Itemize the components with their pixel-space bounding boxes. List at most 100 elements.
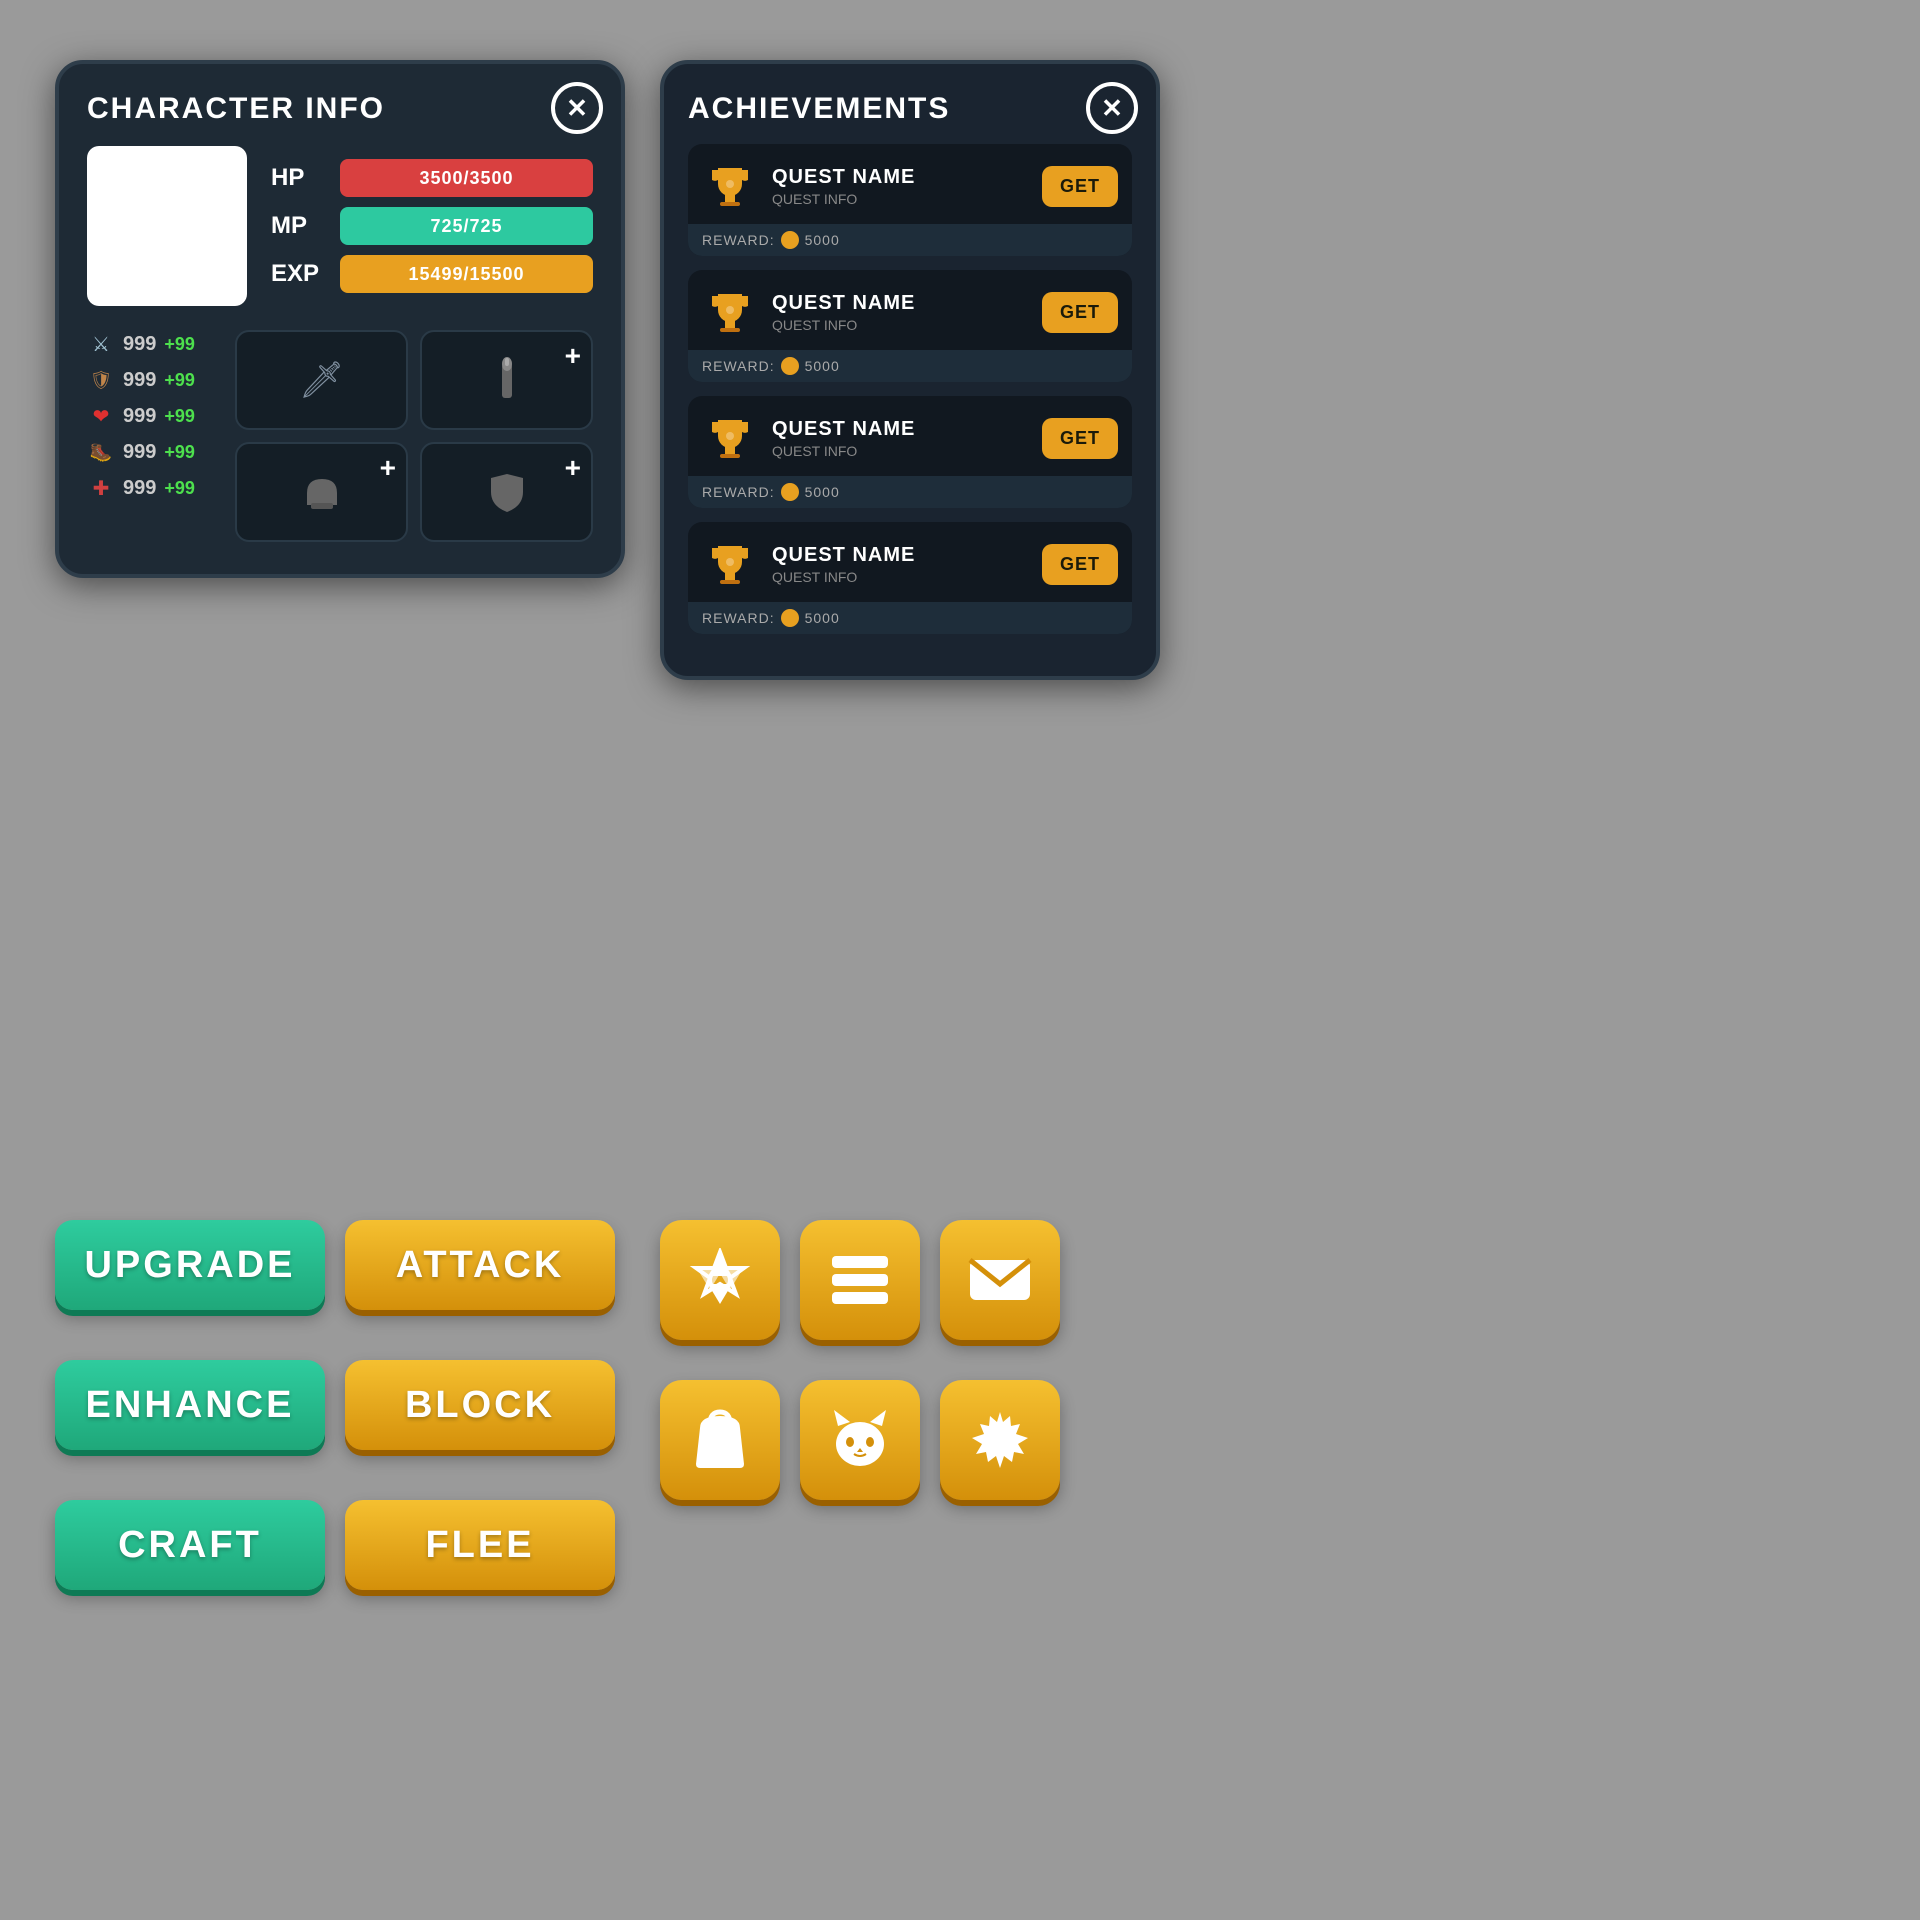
equip-slot-3[interactable]: + <box>235 442 408 542</box>
exp-bar: 15499/15500 <box>340 255 593 293</box>
quest-info-1: QUEST NAME QUEST INFO <box>772 166 1028 207</box>
gem-icon <box>688 1248 752 1312</box>
health-bonus: +99 <box>164 406 195 427</box>
attr-attack: ⚔ 999 +99 <box>87 330 217 358</box>
quest-name-2: QUEST NAME <box>772 292 1028 315</box>
quest-item-3: QUEST NAME QUEST INFO GET REWARD: 5000 <box>688 396 1132 508</box>
equip-slot-4-plus: + <box>565 452 581 484</box>
quest-top-3: QUEST NAME QUEST INFO GET <box>702 410 1118 466</box>
equip-slot-1-icon: 🗡 <box>299 359 345 401</box>
exp-row: EXP 15499/15500 <box>271 255 593 293</box>
quest-top-2: QUEST NAME QUEST INFO GET <box>702 284 1118 340</box>
quest-trophy-2 <box>702 284 758 340</box>
menu-button[interactable] <box>800 1220 920 1340</box>
attribute-list: ⚔ 999 +99 🛡 999 +99 ❤ 999 +99 🥾 999 +99 … <box>87 330 217 542</box>
heal-icon: ✚ <box>87 474 115 502</box>
equipment-grid: 🗡 + + + <box>235 330 593 542</box>
char-avatar <box>87 146 247 306</box>
coin-icon-1 <box>781 231 799 249</box>
equip-slot-1[interactable]: 🗡 <box>235 330 408 430</box>
quest-item-2: QUEST NAME QUEST INFO GET REWARD: 5000 <box>688 270 1132 382</box>
attack-button[interactable]: ATTACK <box>345 1220 615 1310</box>
quest-trophy-3 <box>702 410 758 466</box>
char-panel-title: CHARACTER INFO <box>87 92 593 126</box>
upgrade-button[interactable]: UPGRADE <box>55 1220 325 1310</box>
equip-slot-2-icon <box>489 356 525 404</box>
mail-icon <box>968 1256 1032 1304</box>
quest-top-4: QUEST NAME QUEST INFO GET <box>702 536 1118 592</box>
enhance-button[interactable]: ENHANCE <box>55 1360 325 1450</box>
quest-desc-2: QUEST INFO <box>772 317 1028 333</box>
quest-info-4: QUEST NAME QUEST INFO <box>772 544 1028 585</box>
gear-icon <box>968 1408 1032 1472</box>
quest-get-button-4[interactable]: GET <box>1042 544 1118 585</box>
quest-get-button-1[interactable]: GET <box>1042 166 1118 207</box>
hp-row: HP 3500/3500 <box>271 159 593 197</box>
quest-trophy-1 <box>702 158 758 214</box>
char-close-button[interactable]: ✕ <box>551 82 603 134</box>
boot-icon: 🥾 <box>87 438 115 466</box>
attr-health: ❤ 999 +99 <box>87 402 217 430</box>
exp-label: EXP <box>271 260 326 288</box>
mp-bar: 725/725 <box>340 207 593 245</box>
menu-icon <box>828 1252 892 1308</box>
attack-icon: ⚔ <box>87 330 115 358</box>
mail-button[interactable] <box>940 1220 1060 1340</box>
equip-slot-3-plus: + <box>380 452 396 484</box>
boot-bonus: +99 <box>164 442 195 463</box>
coin-icon-2 <box>781 357 799 375</box>
block-button[interactable]: BLOCK <box>345 1360 615 1450</box>
equip-slot-2-plus: + <box>565 340 581 372</box>
hp-label: HP <box>271 164 326 192</box>
quest-get-button-3[interactable]: GET <box>1042 418 1118 459</box>
defense-icon: 🛡 <box>87 366 115 394</box>
bag-button[interactable] <box>660 1380 780 1500</box>
quest-item-4: QUEST NAME QUEST INFO GET REWARD: 5000 <box>688 522 1132 634</box>
quest-desc-3: QUEST INFO <box>772 443 1028 459</box>
attr-defense: 🛡 999 +99 <box>87 366 217 394</box>
achievements-panel: ACHIEVEMENTS ✕ QUEST NAME QUEST INFO GET <box>660 60 1160 680</box>
char-stats: HP 3500/3500 MP 725/725 EXP 15499/15500 <box>271 146 593 306</box>
quest-reward-1: REWARD: 5000 <box>688 224 1132 256</box>
mp-label: MP <box>271 212 326 240</box>
quest-trophy-4 <box>702 536 758 592</box>
cat-icon <box>828 1408 892 1472</box>
quest-name-4: QUEST NAME <box>772 544 1028 567</box>
health-value: 999 <box>123 405 156 428</box>
health-icon: ❤ <box>87 402 115 430</box>
quest-info-2: QUEST NAME QUEST INFO <box>772 292 1028 333</box>
attr-boot: 🥾 999 +99 <box>87 438 217 466</box>
heal-bonus: +99 <box>164 478 195 499</box>
char-content: HP 3500/3500 MP 725/725 EXP 15499/15500 <box>87 146 593 306</box>
defense-value: 999 <box>123 369 156 392</box>
coin-icon-4 <box>781 609 799 627</box>
char-bottom: ⚔ 999 +99 🛡 999 +99 ❤ 999 +99 🥾 999 +99 … <box>87 330 593 542</box>
gear-button[interactable] <box>940 1380 1060 1500</box>
attack-bonus: +99 <box>164 334 195 355</box>
equip-slot-2[interactable]: + <box>420 330 593 430</box>
quest-name-1: QUEST NAME <box>772 166 1028 189</box>
ach-close-button[interactable]: ✕ <box>1086 82 1138 134</box>
boot-value: 999 <box>123 441 156 464</box>
quest-reward-3: REWARD: 5000 <box>688 476 1132 508</box>
quest-name-3: QUEST NAME <box>772 418 1028 441</box>
quest-reward-4: REWARD: 5000 <box>688 602 1132 634</box>
coin-icon-3 <box>781 483 799 501</box>
heal-value: 999 <box>123 477 156 500</box>
craft-button[interactable]: CRAFT <box>55 1500 325 1590</box>
gem-button[interactable] <box>660 1220 780 1340</box>
quest-reward-2: REWARD: 5000 <box>688 350 1132 382</box>
quest-info-3: QUEST NAME QUEST INFO <box>772 418 1028 459</box>
equip-slot-4[interactable]: + <box>420 442 593 542</box>
quest-top-1: QUEST NAME QUEST INFO GET <box>702 158 1118 214</box>
bag-icon <box>690 1408 750 1472</box>
character-info-panel: CHARACTER INFO ✕ HP 3500/3500 MP 725/725… <box>55 60 625 578</box>
mp-row: MP 725/725 <box>271 207 593 245</box>
attr-heal: ✚ 999 +99 <box>87 474 217 502</box>
equip-slot-3-icon <box>301 471 343 513</box>
attack-value: 999 <box>123 333 156 356</box>
flee-button[interactable]: FLEE <box>345 1500 615 1590</box>
quest-get-button-2[interactable]: GET <box>1042 292 1118 333</box>
cat-button[interactable] <box>800 1380 920 1500</box>
ach-panel-title: ACHIEVEMENTS <box>688 92 1132 126</box>
